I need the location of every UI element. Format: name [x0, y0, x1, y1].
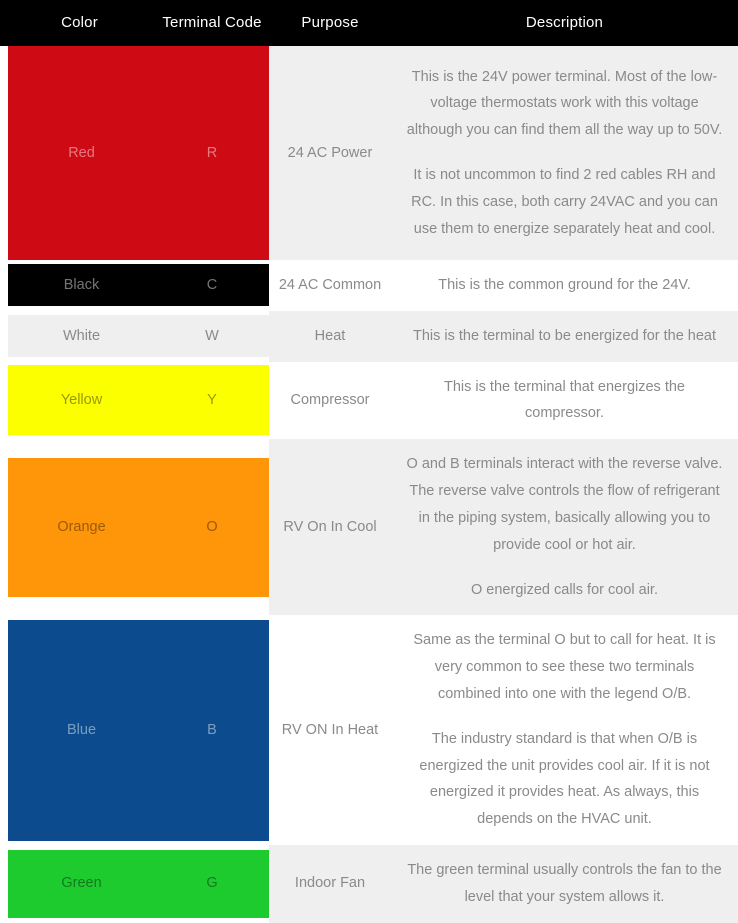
description-paragraph: This is the common ground for the 24V. — [438, 277, 691, 293]
description-paragraph: This is the 24V power terminal. Most of … — [406, 68, 723, 139]
purpose-cell: Heat — [269, 310, 391, 362]
thermostat-wire-color-table: Color Terminal Code Purpose Description … — [0, 0, 738, 923]
color-swatch-cell: Yellow Y — [0, 362, 269, 440]
table-row: White W Heat This is the terminal to be ene… — [0, 310, 738, 362]
color-swatch-cell: Green G — [0, 845, 269, 923]
description-paragraph: This is the terminal to be energized for… — [412, 327, 717, 344]
terminal-code-label: B — [207, 721, 217, 738]
purpose-cell: Indoor Fan — [269, 845, 391, 923]
column-header-description: Description — [391, 0, 738, 46]
table-row: Black C 24 AC Common This is the common gro… — [0, 260, 738, 311]
color-swatch: Green G — [8, 849, 269, 918]
description-cell: This is the common ground for the 24V. — [391, 260, 738, 311]
description-cell: This is the 24V power terminal. Most of … — [391, 46, 738, 260]
color-name-label: Red — [68, 144, 95, 161]
table-row: Yellow Y Compressor This is the terminal th… — [0, 361, 738, 440]
purpose-cell: RV ON In Heat — [269, 615, 391, 845]
description-paragraph: The industry standard is that when O/B i… — [419, 730, 710, 828]
color-swatch-cell: Blue B — [0, 615, 269, 845]
column-header-color: Color — [0, 0, 155, 46]
table-body: Red R 24 AC Power This is the 24V power ter… — [0, 46, 738, 923]
color-swatch-cell: White W — [0, 311, 269, 362]
description-cell: This is the terminal that energizes the … — [391, 361, 738, 440]
table-header-row: Color Terminal Code Purpose Description — [0, 0, 738, 46]
description-cell: Same as the terminal O but to call for h… — [391, 615, 738, 845]
color-swatch: Black C — [8, 264, 269, 307]
color-swatch: Yellow Y — [8, 365, 269, 436]
terminal-code-label: O — [206, 518, 218, 535]
terminal-code-label: R — [206, 144, 218, 161]
color-name-label: Blue — [66, 721, 97, 738]
thermostat-wire-color-table-container: Color Terminal Code Purpose Description … — [0, 0, 738, 923]
color-name-label: Green — [61, 875, 102, 892]
purpose-cell: RV On In Cool — [269, 439, 391, 616]
terminal-code-label: Y — [207, 392, 217, 409]
purpose-cell: 24 AC Common — [269, 260, 391, 311]
description-paragraph: Same as the terminal O but to call for h… — [413, 632, 716, 702]
column-header-purpose: Purpose — [269, 0, 391, 46]
color-name-label: Orange — [57, 518, 106, 535]
color-swatch: White W — [8, 315, 269, 358]
color-swatch-cell: Black C — [0, 260, 269, 311]
column-header-terminal-code: Terminal Code — [155, 0, 269, 46]
color-name-label: Black — [63, 277, 100, 293]
table-row: Green G Indoor Fan The green terminal usual… — [0, 845, 738, 923]
color-swatch: Red R — [8, 46, 269, 260]
color-swatch: Orange O — [8, 457, 269, 597]
description-cell: This is the terminal to be energized for… — [391, 310, 738, 362]
color-swatch-cell: Red R — [0, 46, 269, 260]
color-name-label: White — [62, 327, 101, 344]
table-header: Color Terminal Code Purpose Description — [0, 0, 738, 46]
color-swatch: Blue B — [8, 619, 269, 841]
description-cell: The green terminal usually controls the … — [391, 845, 738, 923]
terminal-code-label: C — [206, 277, 218, 293]
color-swatch-cell: Orange O — [0, 439, 269, 615]
purpose-cell: Compressor — [269, 361, 391, 440]
table-row: Red R 24 AC Power This is the 24V power ter… — [0, 46, 738, 260]
description-paragraph: It is not uncommon to find 2 red cables … — [411, 167, 718, 237]
description-paragraph: The green terminal usually controls the … — [407, 862, 722, 905]
table-row: Blue B RV ON In Heat Same as the terminal O… — [0, 615, 738, 845]
color-name-label: Yellow — [60, 392, 103, 409]
table-row: Orange O RV On In Cool O and B terminals in… — [0, 439, 738, 616]
description-paragraph: O energized calls for cool air. — [471, 581, 658, 598]
description-paragraph: O and B terminals interact with the reve… — [406, 456, 723, 553]
terminal-code-label: W — [205, 327, 219, 344]
terminal-code-label: G — [206, 875, 218, 892]
description-cell: O and B terminals interact with the reve… — [391, 439, 738, 616]
description-paragraph: This is the terminal that energizes the … — [444, 378, 685, 422]
purpose-cell: 24 AC Power — [269, 46, 391, 260]
